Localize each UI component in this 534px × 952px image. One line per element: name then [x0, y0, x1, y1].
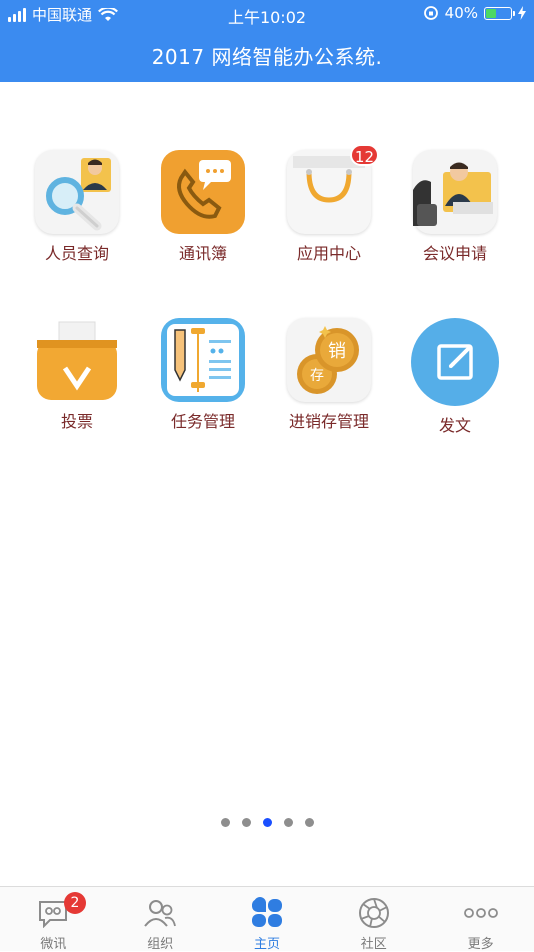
coins-icon: 存 销: [287, 318, 371, 402]
chat-icon: [0, 895, 107, 931]
page-dot-active[interactable]: [262, 818, 272, 827]
app-label: 发文: [438, 416, 471, 435]
app-task-management[interactable]: 任务管理: [148, 318, 258, 432]
page-dot[interactable]: [283, 818, 293, 827]
tab-weixun[interactable]: 2 微讯: [0, 887, 107, 952]
app-badge: 12: [349, 144, 379, 166]
task-notebook-icon: [161, 318, 245, 402]
tab-label: 主页: [253, 937, 280, 952]
app-label: 通讯簿: [178, 244, 227, 263]
page-indicator[interactable]: [0, 818, 534, 827]
app-label: 进销存管理: [288, 412, 369, 431]
tab-label: 社区: [360, 937, 387, 952]
tab-home[interactable]: 主页: [214, 887, 321, 952]
app-label: 应用中心: [296, 244, 361, 263]
rotation-lock-icon: [423, 6, 438, 20]
meeting-icon: [413, 150, 497, 234]
app-inventory-management[interactable]: 存 销 进销存管理: [274, 318, 384, 432]
app-label: 会议申请: [422, 244, 487, 263]
app-title-bar: 2017 网络智能办公系统.: [0, 28, 534, 82]
charging-icon: [518, 6, 526, 20]
page-dot[interactable]: [241, 818, 251, 827]
status-bar: 中国联通 上午10:02 40%: [0, 0, 534, 28]
tab-label: 更多: [467, 937, 494, 952]
aperture-icon: [320, 895, 427, 931]
battery-percent: 40%: [444, 4, 478, 22]
person-search-icon: [35, 150, 119, 234]
page-dot[interactable]: [304, 818, 314, 827]
svg-text:销: 销: [328, 341, 346, 362]
home-petals-icon: [214, 895, 321, 931]
phone-book-icon: [161, 150, 245, 234]
battery-icon: [484, 6, 515, 20]
app-vote[interactable]: 投票: [22, 318, 132, 432]
app-label: 任务管理: [170, 412, 235, 431]
tab-more[interactable]: 更多: [427, 887, 534, 952]
tab-label: 微讯: [40, 937, 67, 952]
more-dots-icon: [427, 895, 534, 931]
shopping-bag-icon: 12: [287, 144, 379, 234]
ballot-box-icon: [35, 318, 119, 402]
page-title: 2017 网络智能办公系统.: [151, 44, 383, 69]
page-dot[interactable]: [220, 818, 230, 827]
app-issue-document[interactable]: 发文: [400, 318, 510, 436]
tab-community[interactable]: 社区: [320, 887, 427, 952]
app-phone-book[interactable]: 通讯簿: [148, 150, 258, 264]
app-application-center[interactable]: 12 应用中心: [274, 144, 384, 264]
tab-label: 组织: [147, 937, 174, 952]
bottom-tab-bar: 2 微讯 组织 主页 社区 更多: [0, 886, 534, 952]
app-label: 人员查询: [44, 244, 109, 263]
app-label: 投票: [60, 412, 93, 431]
people-icon: [107, 895, 214, 931]
app-meeting-request[interactable]: 会议申请: [400, 150, 510, 264]
tab-organization[interactable]: 组织: [107, 887, 214, 952]
app-person-search[interactable]: 人员查询: [22, 150, 132, 264]
status-right: 40%: [423, 4, 526, 22]
svg-text:存: 存: [310, 368, 324, 384]
edit-document-icon: [411, 318, 499, 406]
unread-badge: 2: [64, 892, 86, 914]
